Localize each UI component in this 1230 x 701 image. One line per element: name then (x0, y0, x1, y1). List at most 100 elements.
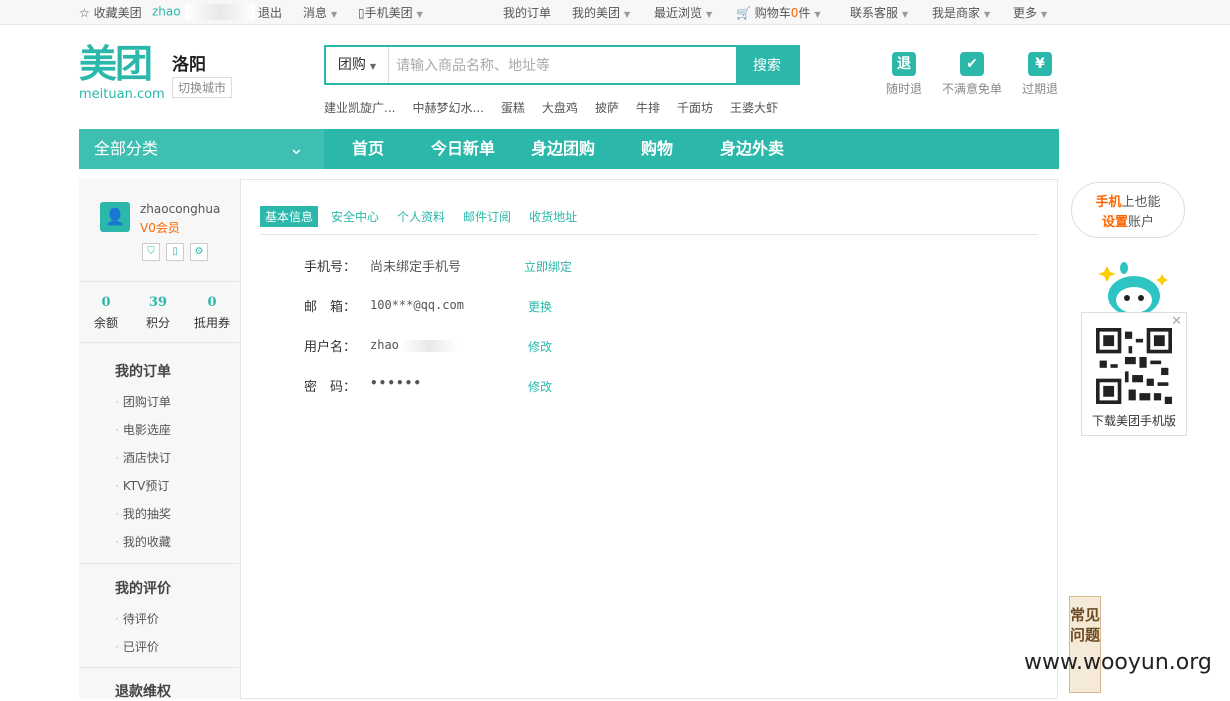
password-value: •••••• (370, 376, 423, 390)
hot-keyword[interactable]: 蛋糕 (501, 101, 525, 115)
my-orders-link[interactable]: 我的订单 (503, 4, 551, 21)
merchant-menu[interactable]: 我是商家 ▼ (932, 4, 990, 21)
sidebar-username: zhaoconghua (140, 202, 221, 216)
edit-username-link[interactable]: 修改 (528, 338, 552, 355)
tab-email-subscription[interactable]: 邮件订阅 (458, 206, 516, 227)
account-tabs: 基本信息 安全中心 个人资料 邮件订阅 收货地址 (260, 206, 590, 227)
cart-icon: 🛒 (736, 6, 751, 20)
hot-keyword[interactable]: 王婆大虾 (730, 101, 778, 115)
sidebar-item-movie-seats[interactable]: 电影选座 (115, 421, 171, 438)
caret-down-icon: ▼ (624, 10, 631, 19)
tab-security[interactable]: 安全中心 (326, 206, 384, 227)
hot-keyword[interactable]: 牛排 (636, 101, 660, 115)
blurred-username (400, 339, 457, 352)
hot-keyword[interactable]: 千面坊 (677, 101, 713, 115)
qr-download-box: ✕ 下载美团手机版 (1081, 312, 1187, 436)
hot-keyword[interactable]: 披萨 (595, 101, 619, 115)
switch-city-button[interactable]: 切换城市 (172, 77, 233, 98)
hot-keywords: 建业凯旋广... 中赫梦幻水... 蛋糕 大盘鸡 披萨 牛排 千面坊 王婆大虾 (324, 99, 795, 116)
caret-down-icon: ▼ (984, 10, 991, 19)
hot-keyword[interactable]: 建业凯旋广... (324, 101, 395, 115)
username-label: 用户名： (304, 340, 357, 355)
nav-today-new[interactable]: 今日新单 (431, 129, 495, 169)
main-nav: 全部分类 ⌄ 首页 今日新单 身边团购 购物 身边外卖 (79, 129, 1059, 169)
caret-down-icon: ▼ (369, 62, 377, 71)
mobile-menu[interactable]: ▯手机美团 ▼ (358, 4, 423, 21)
phone-label: 手机号： (304, 260, 357, 275)
search-type-select[interactable]: 团购 ▼ (326, 47, 389, 83)
nav-home[interactable]: 首页 (352, 129, 384, 169)
caret-down-icon: ▼ (902, 10, 909, 19)
member-level[interactable]: V0会员 (140, 219, 180, 236)
tabs-divider (260, 234, 1038, 235)
section-my-orders: 我的订单 (115, 364, 171, 380)
guarantee-refund-anytime[interactable]: 退 随时退 (869, 52, 939, 97)
logout-link[interactable]: 退出 (258, 4, 282, 21)
top-bar: ☆ 收藏美团 zhao 退出 消息 ▼ ▯手机美团 ▼ 我的订单 我的美团 ▼ 最近浏… (0, 0, 1230, 25)
watermark: www.wooyun.org (1024, 650, 1212, 675)
username-value: zhao (370, 338, 457, 352)
phone-value: 尚未绑定手机号 (370, 260, 462, 275)
nav-nearby-deals[interactable]: 身边团购 (531, 129, 595, 169)
user-name-link[interactable]: zhao (152, 4, 255, 20)
chevron-down-icon: ⌄ (288, 138, 304, 159)
mascot-icon (1098, 262, 1168, 312)
caret-down-icon: ▼ (706, 10, 713, 19)
search-input[interactable] (390, 47, 744, 85)
sidebar-item-hotel[interactable]: 酒店快订 (115, 449, 171, 466)
stat-points[interactable]: 39 积分 (132, 295, 184, 331)
mobile-promo-bubble: 手机上也能 设置账户 (1071, 182, 1185, 238)
hot-keyword[interactable]: 中赫梦幻水... (412, 101, 483, 115)
logo-domain[interactable]: meituan.com (79, 87, 165, 102)
user-icon: 👤 (105, 207, 125, 226)
sidebar-item-pending-review[interactable]: 待评价 (115, 610, 159, 627)
all-categories-menu[interactable]: 全部分类 ⌄ (79, 129, 324, 169)
qr-label: 下载美团手机版 (1091, 414, 1176, 428)
tab-profile[interactable]: 个人资料 (392, 206, 450, 227)
guarantee-expired-refund[interactable]: ¥ 过期退 (1005, 52, 1075, 97)
phone-icon: ▯ (358, 6, 365, 20)
sidebar-item-lottery[interactable]: 我的抽奖 (115, 505, 171, 522)
stat-balance[interactable]: 0 余额 (80, 295, 132, 331)
cart-menu[interactable]: 🛒 购物车0件 ▼ (736, 4, 821, 21)
nav-shopping[interactable]: 购物 (641, 129, 673, 169)
guarantee-free-if-unsatisfied[interactable]: ✔ 不满意免单 (937, 52, 1007, 97)
meituan-logo[interactable]: 美团 (79, 44, 153, 84)
sidebar-item-reviewed[interactable]: 已评价 (115, 638, 159, 655)
mobile-icon[interactable]: ▯ (166, 243, 184, 261)
caret-down-icon: ▼ (416, 10, 423, 19)
messages-menu[interactable]: 消息 ▼ (303, 4, 337, 21)
hot-keyword[interactable]: 大盘鸡 (542, 101, 578, 115)
password-label: 密 码： (304, 380, 357, 395)
email-label: 邮 箱： (304, 300, 357, 315)
avatar[interactable]: 👤 (100, 202, 130, 232)
nav-takeout[interactable]: 身边外卖 (720, 129, 784, 169)
my-meituan-menu[interactable]: 我的美团 ▼ (572, 4, 630, 21)
search-bar: 团购▼ 搜索 (324, 45, 800, 85)
stat-coupons[interactable]: 0 抵用券 (186, 295, 238, 331)
service-menu[interactable]: 联系客服 ▼ (850, 4, 908, 21)
divider (80, 281, 239, 282)
sidebar-item-group-orders[interactable]: 团购订单 (115, 393, 171, 410)
sidebar-item-ktv[interactable]: KTV预订 (115, 477, 169, 494)
section-refunds: 退款维权 (115, 684, 171, 700)
edit-password-link[interactable]: 修改 (528, 378, 552, 395)
tab-shipping-address[interactable]: 收货地址 (524, 206, 582, 227)
more-menu[interactable]: 更多 ▼ (1013, 4, 1047, 21)
recent-menu[interactable]: 最近浏览 ▼ (654, 4, 712, 21)
sidebar-item-favorites[interactable]: 我的收藏 (115, 533, 171, 550)
close-icon[interactable]: ✕ (1171, 314, 1182, 329)
bind-phone-link[interactable]: 立即绑定 (524, 258, 572, 275)
refund-icon: 退 (892, 52, 916, 76)
tab-basic-info[interactable]: 基本信息 (260, 206, 319, 227)
section-my-reviews: 我的评价 (115, 581, 171, 597)
gear-icon[interactable]: ⚙ (190, 243, 208, 261)
favorite-link[interactable]: ☆ 收藏美团 (79, 4, 142, 21)
faq-button[interactable]: 常见问题 (1069, 596, 1101, 693)
search-button[interactable]: 搜索 (736, 47, 798, 83)
change-email-link[interactable]: 更换 (528, 298, 552, 315)
check-icon: ✔ (960, 52, 984, 76)
current-city: 洛阳 (172, 55, 206, 75)
shield-icon[interactable]: ⛉ (142, 243, 160, 261)
qr-code-icon[interactable] (1095, 328, 1173, 404)
